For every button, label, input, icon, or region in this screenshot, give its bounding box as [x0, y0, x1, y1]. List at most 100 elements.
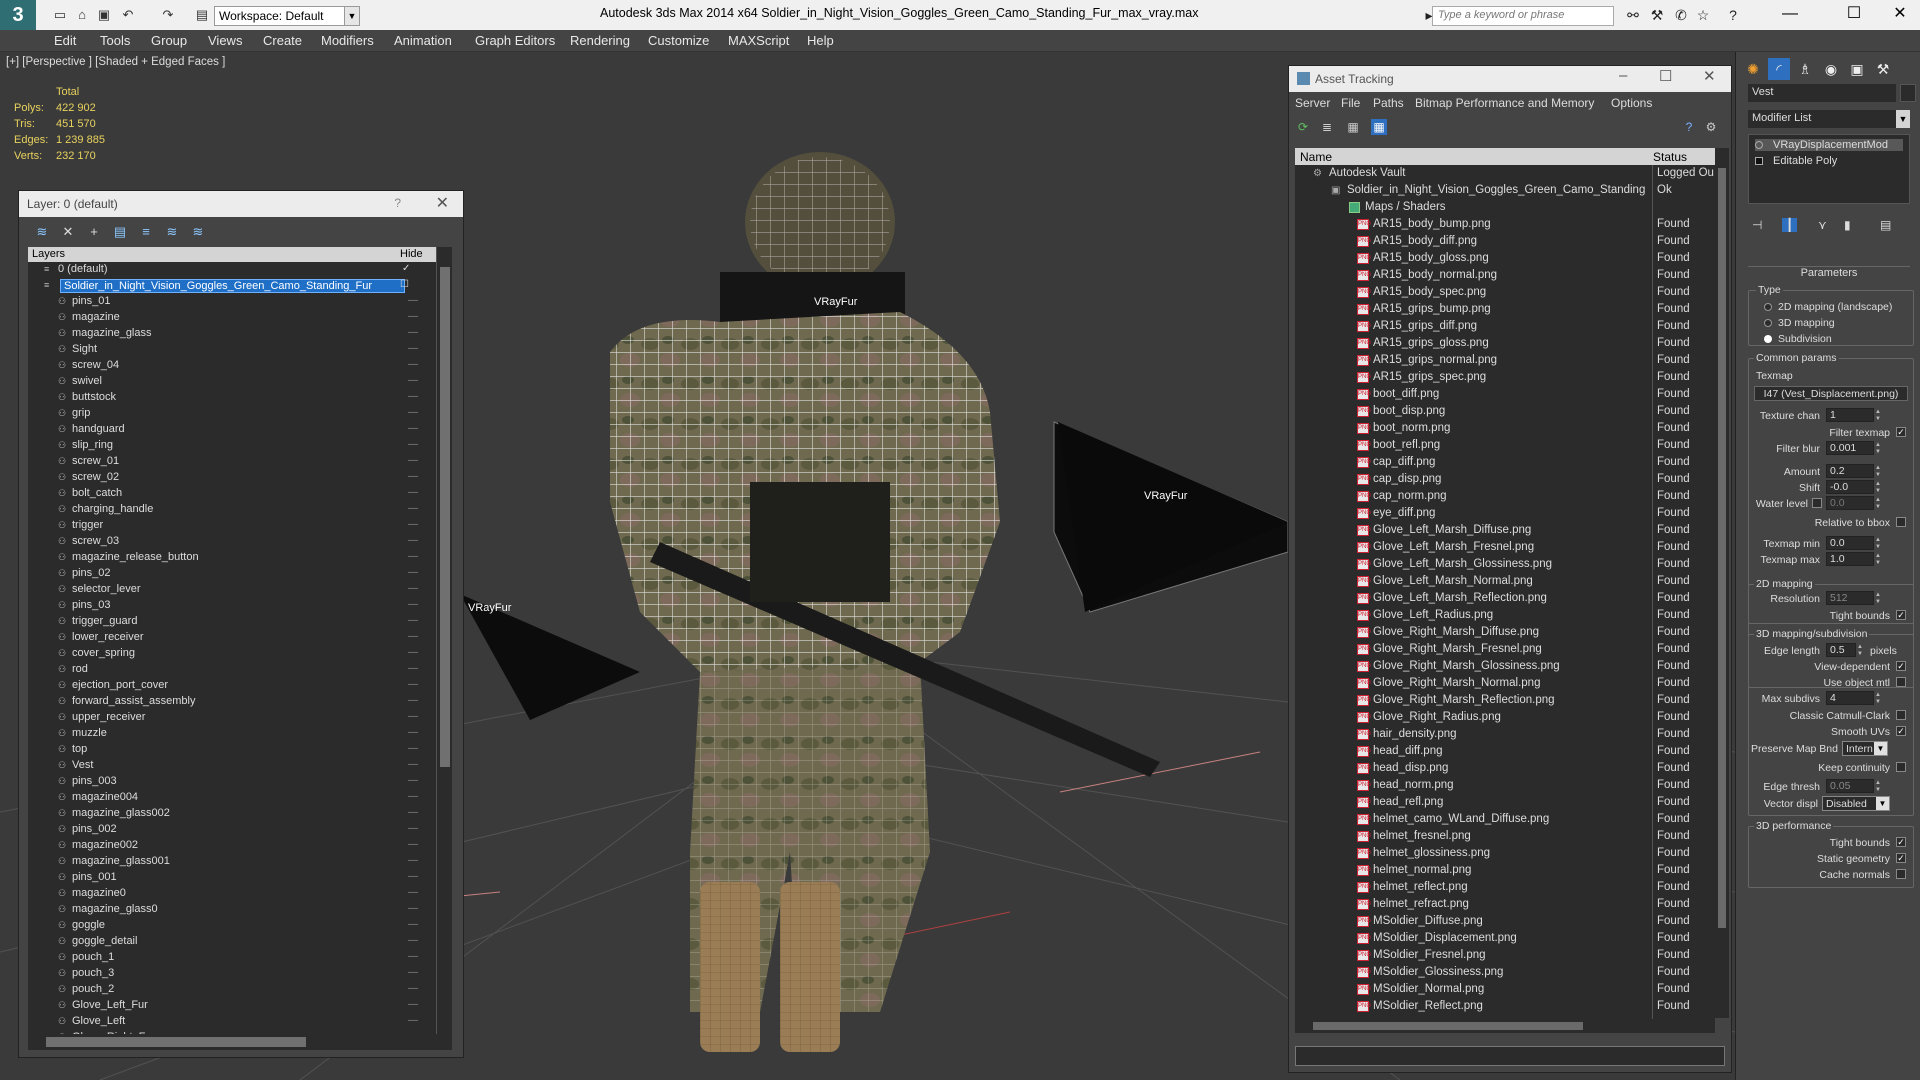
help-icon[interactable]: ?	[394, 196, 401, 210]
hide-toggle[interactable]: ✓	[402, 263, 410, 274]
texmap-min-spinner[interactable]: 0.0 ▲ ▼	[1826, 536, 1881, 550]
open-file-icon[interactable]: ⌂	[74, 7, 90, 23]
utilities-tab-icon[interactable]: ⚒	[1872, 58, 1894, 80]
hide-toggle[interactable]: —	[408, 1015, 418, 1026]
water-level-spinner[interactable]: 0.0 ▲ ▼	[1826, 496, 1881, 510]
spinner-arrows-icon[interactable]: ▲ ▼	[1875, 780, 1883, 794]
spinner-arrows-icon[interactable]: ▲ ▼	[1875, 497, 1883, 511]
layer-row[interactable]: ⚇ pins_02 —	[28, 566, 436, 582]
spinner-arrows-icon[interactable]: ▲ ▼	[1875, 537, 1883, 551]
cache-normals-checkbox[interactable]	[1896, 869, 1906, 879]
layer-row[interactable]: ⚇ screw_04 —	[28, 358, 436, 374]
menu-options[interactable]: Options	[1611, 96, 1652, 110]
layer-row[interactable]: ⚇ magazine002 —	[28, 838, 436, 854]
texture-chan-spinner[interactable]: 1 ▲ ▼	[1826, 408, 1881, 422]
undo-icon[interactable]: ↶	[120, 7, 136, 23]
layer-row[interactable]: ⚇ magazine004 —	[28, 790, 436, 806]
hide-toggle[interactable]: —	[408, 535, 418, 546]
menu-rendering[interactable]: Rendering	[570, 33, 630, 48]
layer-row[interactable]: ⚇ forward_assist_assembly —	[28, 694, 436, 710]
close-icon[interactable]: ✕	[1880, 2, 1920, 26]
status-column-header[interactable]: Status	[1653, 150, 1687, 164]
hide-toggle[interactable]: —	[408, 359, 418, 370]
hierarchy-tab-icon[interactable]: ♗	[1794, 58, 1816, 80]
keep-continuity-checkbox[interactable]	[1896, 762, 1906, 772]
layer-row[interactable]: ⚇ cover_spring —	[28, 646, 436, 662]
layer-row[interactable]: ⚇ magazine0 —	[28, 886, 436, 902]
modify-tab-icon[interactable]: ◜	[1768, 58, 1790, 80]
app-logo-icon[interactable]: 3	[0, 0, 36, 30]
hide-toggle[interactable]: —	[408, 775, 418, 786]
hide-toggle[interactable]: —	[408, 695, 418, 706]
hide-toggle[interactable]: —	[408, 679, 418, 690]
layer-row[interactable]: ⚇ swivel —	[28, 374, 436, 390]
hide-toggle[interactable]: —	[408, 391, 418, 402]
hide-toggle[interactable]: —	[408, 407, 418, 418]
hide-toggle[interactable]: —	[408, 615, 418, 626]
layer-panel-titlebar[interactable]: Layer: 0 (default) ? ✕	[19, 191, 463, 217]
layer-vertical-scrollbar[interactable]	[436, 247, 452, 1034]
edge-thresh-spinner[interactable]: 0.05 ▲ ▼	[1826, 779, 1881, 793]
hide-toggle[interactable]: —	[408, 951, 418, 962]
layer-row[interactable]: ≡ 0 (default) ✓	[28, 262, 436, 278]
name-column-header[interactable]: Name	[1300, 150, 1332, 164]
radio-2d-mapping[interactable]	[1764, 303, 1772, 311]
hide-toggle[interactable]: —	[408, 647, 418, 658]
hide-toggle[interactable]: —	[408, 743, 418, 754]
hide-toggle[interactable]: —	[408, 599, 418, 610]
layer-row[interactable]: ⚇ grip —	[28, 406, 436, 422]
tight-bounds-3d-checkbox[interactable]: ✓	[1896, 837, 1906, 847]
hide-toggle[interactable]: —	[408, 983, 418, 994]
hide-toggle[interactable]: —	[408, 727, 418, 738]
communication-icon[interactable]: ✆	[1672, 7, 1690, 23]
shift-spinner[interactable]: -0.0 ▲ ▼	[1826, 480, 1881, 494]
hide-toggle[interactable]: —	[408, 999, 418, 1010]
column-divider[interactable]	[1652, 165, 1653, 1019]
menu-group[interactable]: Group	[151, 33, 187, 48]
relative-bbox-checkbox[interactable]	[1896, 517, 1906, 527]
expand-icon[interactable]	[1755, 157, 1763, 165]
layer-horizontal-scrollbar[interactable]	[28, 1034, 452, 1050]
object-color-swatch[interactable]	[1900, 84, 1916, 102]
minimize-icon[interactable]: —	[1770, 2, 1810, 26]
layer-row[interactable]: ⚇ rod —	[28, 662, 436, 678]
hide-toggle[interactable]: —	[408, 887, 418, 898]
spinner-arrows-icon[interactable]: ▲ ▼	[1875, 553, 1883, 567]
hide-all-layers-icon[interactable]: ≋	[163, 224, 181, 240]
texmap-max-spinner[interactable]: 1.0 ▲ ▼	[1826, 552, 1881, 566]
viewport-label[interactable]: [+] [Perspective ] [Shaded + Edged Faces…	[6, 56, 225, 68]
layer-row[interactable]: ⚇ bolt_catch —	[28, 486, 436, 502]
highlight-layer-icon[interactable]: ≡	[137, 224, 155, 240]
stack-item-editable-poly[interactable]: Editable Poly	[1755, 155, 1837, 167]
scrollbar-thumb[interactable]	[1718, 168, 1726, 928]
menu-paths[interactable]: Paths	[1373, 96, 1404, 110]
water-level-checkbox[interactable]	[1812, 498, 1822, 508]
menu-create[interactable]: Create	[263, 33, 302, 48]
layer-row[interactable]: ⚇ handguard —	[28, 422, 436, 438]
radio-3d-mapping[interactable]	[1764, 319, 1772, 327]
spinner-arrows-icon[interactable]: ▲ ▼	[1875, 692, 1883, 706]
hide-toggle[interactable]: —	[408, 663, 418, 674]
layer-row[interactable]: ⚇ muzzle —	[28, 726, 436, 742]
workspace-dropdown[interactable]: Workspace: Default	[214, 6, 360, 26]
lightbulb-icon[interactable]	[1755, 141, 1763, 149]
menu-file[interactable]: File	[1341, 96, 1360, 110]
hide-toggle[interactable]: —	[408, 487, 418, 498]
spinner-arrows-icon[interactable]: ▲ ▼	[1875, 409, 1883, 423]
menu-animation[interactable]: Animation	[394, 33, 452, 48]
menu-maxscript[interactable]: MAXScript	[728, 33, 789, 48]
hide-toggle[interactable]: —	[408, 327, 418, 338]
layer-row[interactable]: ⚇ slip_ring —	[28, 438, 436, 454]
binoculars-icon[interactable]: ⚯	[1624, 7, 1642, 23]
spinner-arrows-icon[interactable]: ▲ ▼	[1875, 481, 1883, 495]
layer-row[interactable]: ⚇ Glove_Left —	[28, 1014, 436, 1030]
maximize-icon[interactable]: ☐	[1834, 2, 1874, 26]
layer-row[interactable]: ⚇ screw_02 —	[28, 470, 436, 486]
subscription-icon[interactable]: ⚒	[1648, 7, 1666, 23]
view-dependent-checkbox[interactable]: ✓	[1896, 661, 1906, 671]
layer-row[interactable]: ⚇ pins_03 —	[28, 598, 436, 614]
radio-subdivision[interactable]	[1764, 335, 1772, 343]
asset-vertical-scrollbar[interactable]	[1715, 148, 1729, 1018]
vector-displ-dropdown[interactable]: Disabled ▼	[1822, 796, 1890, 811]
create-tab-icon[interactable]: ✺	[1742, 58, 1764, 80]
